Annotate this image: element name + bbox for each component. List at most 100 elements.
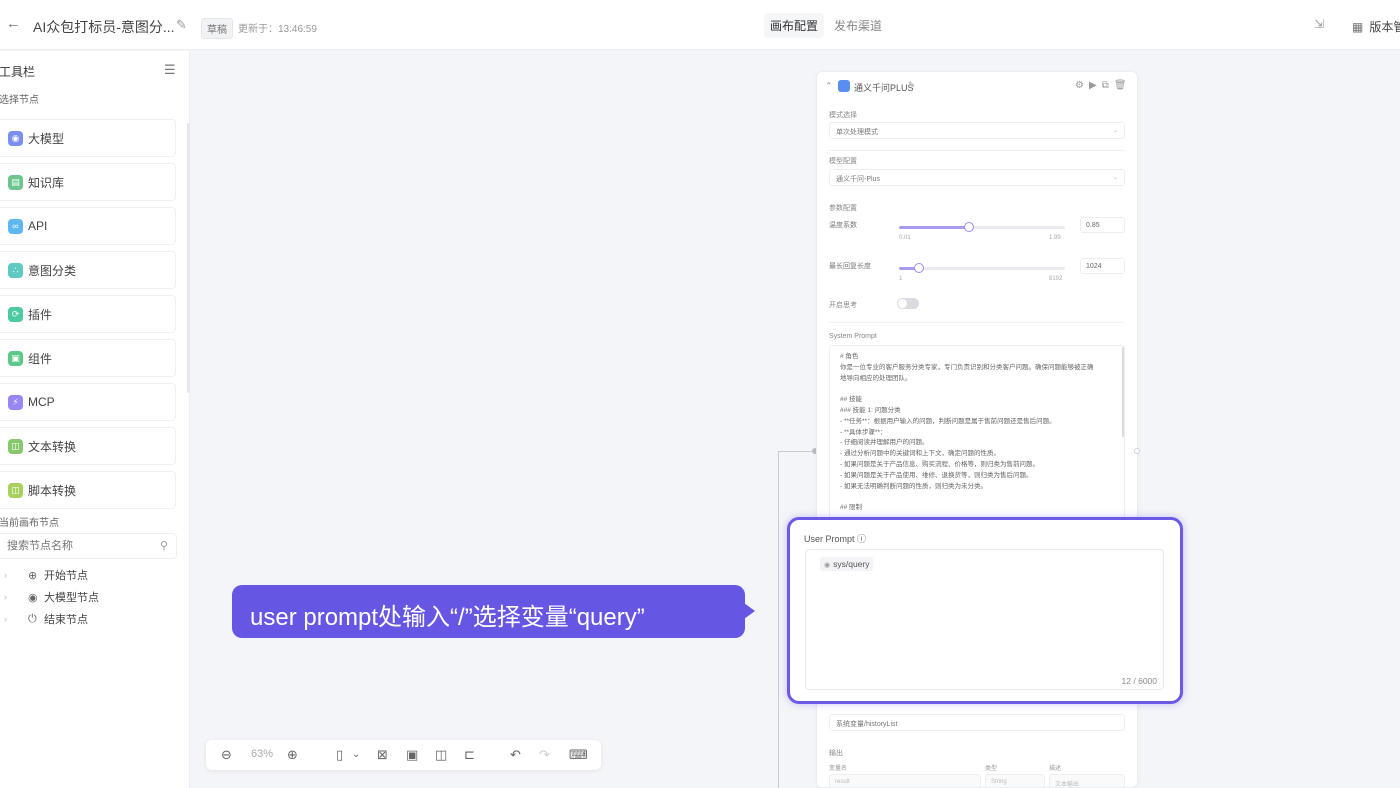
search-input[interactable] [0, 534, 145, 558]
output-name-input[interactable]: result [829, 774, 981, 787]
arrow-left-icon[interactable]: ← [6, 16, 22, 32]
branch-icon: ∴ [8, 262, 23, 278]
output-row: result String 文本输出 [829, 774, 1125, 787]
prompt-line: # 角色 [840, 353, 859, 360]
sidebar-item-script-transform[interactable]: ◫ 脚本转换 [0, 471, 176, 509]
edit-icon[interactable]: ✎ [908, 80, 916, 91]
shrink-icon[interactable]: ⇲ [1314, 17, 1324, 31]
sidebar-item-intent[interactable]: ∴ 意图分类 [0, 251, 176, 289]
prompt-line: ## 限制 [840, 504, 863, 512]
edit-icon[interactable]: ✎ [176, 17, 187, 33]
tree-item-label: 开始节点 [44, 570, 88, 582]
chevron-right-icon[interactable]: › [0, 592, 28, 602]
zoom-in-icon[interactable]: ⊕ [287, 746, 298, 764]
model-icon [838, 80, 850, 92]
slider-thumb[interactable] [913, 263, 924, 273]
memory-select[interactable]: 系统变量/historyList [829, 714, 1125, 731]
prompt-line: - 如果问题是关于产品信息、购买流程、价格等，则归类为售前问题。 [840, 460, 1039, 468]
user-prompt-label: User Prompt ⓘ [804, 532, 866, 545]
sidebar-item-api[interactable]: ∞ API [0, 207, 176, 245]
max-length-input[interactable]: 1024 [1080, 258, 1125, 274]
output-handle[interactable] [1134, 448, 1140, 454]
prompt-line: - **任务**：根据用户输入的问题，判断问题是属于售前问题还是售后问题。 [840, 417, 1056, 425]
output-type-select[interactable]: String [985, 774, 1045, 787]
mode-select[interactable]: 单次处理模式 ⌄ [829, 122, 1125, 139]
start-icon: ⊕ [28, 569, 38, 582]
model-select[interactable]: 通义千问-Plus ⌄ [829, 169, 1125, 186]
plugin-icon: ⟳ [8, 306, 23, 322]
auto-layout-icon[interactable]: ⊏ [464, 746, 475, 764]
thinking-label: 开启思考 [829, 302, 857, 309]
chevron-down-icon: ⌄ [1112, 128, 1118, 134]
prompt-scrollbar[interactable] [1122, 347, 1124, 437]
output-desc-input[interactable]: 文本输出 [1049, 774, 1125, 787]
sidebar-item-text-transform[interactable]: ◫ 文本转换 [0, 427, 176, 465]
layout-icon[interactable]: ◫ [435, 746, 447, 764]
link-icon: ∞ [8, 218, 23, 234]
system-prompt-editor[interactable]: # 角色 你是一位专业的客户服务分类专家，专门负责识别和分类客户问题。确保问题能… [829, 345, 1125, 525]
prompt-line: - 通过分析问题中的关键词和上下文，确定问题的性质。 [840, 450, 1000, 458]
sidebar-item-knowledge[interactable]: ▤ 知识库 [0, 163, 176, 201]
tree-item-label: 结束节点 [44, 614, 88, 626]
prompt-line: - 如果无法明确判断问题的性质，则归类为未分类。 [840, 482, 987, 490]
play-icon[interactable]: ▶ [1089, 80, 1097, 91]
prompt-line: ## 技能 [840, 396, 863, 404]
toggle-knob [898, 299, 907, 308]
chevron-down-icon[interactable]: ⌄ [352, 746, 360, 764]
node-search: ⚲ [0, 533, 177, 559]
sidebar-item-label: 大模型 [28, 131, 65, 146]
minimap-icon[interactable]: ▣ [406, 746, 418, 764]
max-length-slider[interactable] [899, 263, 1065, 273]
model-value: 通义千问-Plus [836, 176, 880, 183]
tree-item-model[interactable]: › ◉ 大模型节点 [0, 586, 99, 608]
model-icon: ◉ [28, 591, 38, 604]
keyboard-icon[interactable]: ⌨ [569, 746, 588, 764]
search-icon[interactable]: ⚲ [160, 539, 168, 552]
tab-publish-channel[interactable]: 发布渠道 [828, 13, 888, 38]
sidebar-scrollbar[interactable] [187, 123, 190, 393]
prompt-line: - **具体步骤**： [840, 428, 887, 436]
settings-icon[interactable]: ⚙ [1075, 80, 1084, 91]
undo-icon[interactable]: ↶ [510, 746, 521, 764]
sidebar-item-component[interactable]: ▣ 组件 [0, 339, 176, 377]
callout-pointer [744, 603, 755, 619]
model-icon: ◉ [8, 130, 23, 146]
toolbar-sidebar: 工具栏 ☰ 选择节点 ◉ 大模型 ▤ 知识库 ∞ API ∴ 意图分类 ⟳ 插件… [0, 51, 190, 788]
status-badge: 草稿 [201, 18, 233, 39]
canvas-node-tree: › ⊕ 开始节点 › ◉ 大模型节点 › ⏻ 结束节点 [0, 564, 99, 630]
tree-item-start[interactable]: › ⊕ 开始节点 [0, 564, 99, 586]
chevron-up-icon[interactable]: ⌃ [825, 81, 833, 92]
tree-item-end[interactable]: › ⏻ 结束节点 [0, 608, 99, 630]
copy-icon[interactable]: ⧉ [1102, 80, 1109, 91]
chevron-right-icon[interactable]: › [0, 614, 28, 624]
sidebar-subtitle: 选择节点 [0, 95, 39, 106]
sidebar-item-plugin[interactable]: ⟳ 插件 [0, 295, 176, 333]
variable-name: sys/query [833, 559, 870, 569]
redo-icon[interactable]: ↷ [539, 746, 550, 764]
thinking-toggle[interactable] [897, 298, 919, 309]
version-button[interactable]: ▦ 版本管 [1352, 18, 1400, 35]
mouse-icon[interactable]: ▯ [336, 746, 343, 764]
zoom-out-icon[interactable]: ⊖ [221, 746, 232, 764]
slider-thumb[interactable] [963, 222, 974, 232]
fit-view-icon[interactable]: ⊠ [377, 746, 388, 764]
lightning-icon: ⚡ [8, 394, 23, 410]
user-prompt-editor[interactable]: ◉ sys/query 12 / 6000 [805, 549, 1164, 690]
sidebar-item-label: 插件 [28, 307, 53, 322]
prompt-line: 地导向相应的处理团队。 [840, 374, 912, 382]
variable-tag[interactable]: ◉ sys/query [820, 557, 874, 571]
chevron-right-icon[interactable]: › [0, 570, 28, 580]
help-icon[interactable]: ⓘ [857, 534, 866, 544]
menu-icon[interactable]: ☰ [164, 62, 176, 78]
temperature-label: 温度系数 [829, 222, 857, 229]
temperature-slider[interactable] [899, 222, 1065, 232]
user-prompt-section: User Prompt ⓘ ◉ sys/query 12 / 6000 [787, 517, 1183, 704]
chevron-down-icon: ⌄ [1112, 175, 1118, 181]
tab-canvas-config[interactable]: 画布配置 [764, 13, 825, 38]
slider-min: 1 [899, 276, 903, 282]
delete-icon[interactable]: 🗑 [1114, 80, 1127, 91]
tree-item-label: 大模型节点 [44, 592, 99, 604]
temperature-input[interactable]: 0.85 [1080, 217, 1125, 233]
sidebar-item-mcp[interactable]: ⚡ MCP [0, 383, 176, 421]
sidebar-item-model[interactable]: ◉ 大模型 [0, 119, 176, 157]
